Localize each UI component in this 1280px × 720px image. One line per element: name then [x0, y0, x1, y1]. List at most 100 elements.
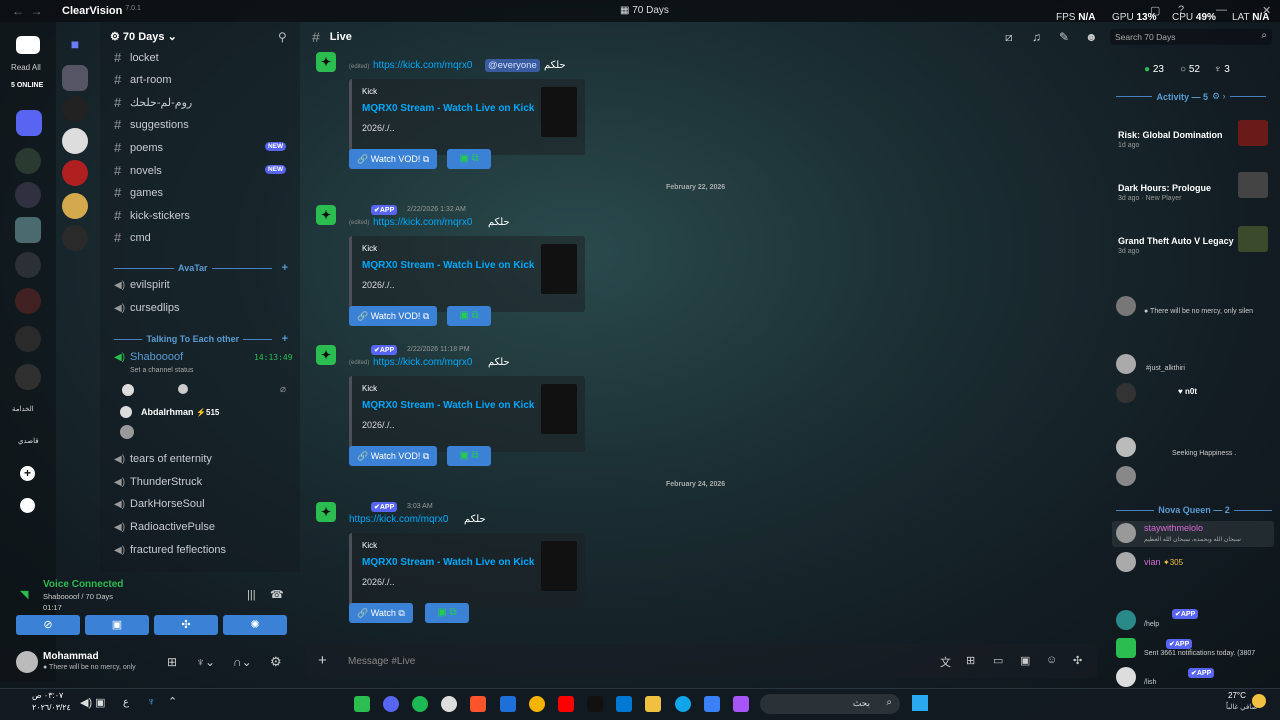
bot-avatar[interactable]: ✦	[316, 52, 336, 72]
app-icon[interactable]	[354, 696, 370, 712]
folder-icon[interactable]	[16, 110, 42, 136]
user-name[interactable]: Mohammad	[43, 651, 99, 662]
youtube-icon[interactable]	[558, 696, 574, 712]
steam-icon[interactable]	[441, 696, 457, 712]
voice-connected-subtitle[interactable]: Shaboooof / 70 Days	[43, 592, 113, 601]
noise-suppression-icon[interactable]: |||	[247, 589, 256, 601]
clock-time[interactable]: ٠٣:٠٧ ص	[32, 691, 63, 700]
embed-thumbnail[interactable]	[541, 541, 577, 591]
activities-button[interactable]: ✣	[154, 615, 218, 635]
member-list-icon[interactable]: ☻	[1085, 30, 1098, 44]
speaker-icon[interactable]: ◀) ▣	[80, 696, 106, 709]
bot-avatar[interactable]: ✦	[316, 502, 336, 522]
voice-channel[interactable]: ◀) RadioactivePulse	[114, 521, 215, 533]
embed-title[interactable]: MQRX0 Stream - Watch Live on Kick	[362, 260, 534, 271]
server-icon[interactable]	[15, 148, 41, 174]
voice-connected-title[interactable]: Voice Connected	[43, 579, 123, 590]
apps-icon[interactable]: ✣	[1073, 654, 1082, 667]
voice-channel[interactable]: ◀) tears of enternity	[114, 453, 212, 465]
embed-provider[interactable]: Kick	[362, 541, 377, 550]
weather-temp[interactable]: 27°C	[1228, 691, 1246, 700]
threads-icon[interactable]: ⧄	[1005, 30, 1013, 45]
channel-status[interactable]: Set a channel status	[130, 367, 193, 374]
help-icon[interactable]: ?	[1178, 4, 1184, 16]
camera-button[interactable]: ⊘	[16, 615, 80, 635]
message-link[interactable]: https://kick.com/mqrx0	[373, 60, 472, 71]
server-label[interactable]: قاصدي	[18, 437, 39, 445]
watch-vod-button[interactable]: 🔗 Watch ⧉	[349, 603, 413, 623]
add-member-icon[interactable]: ⚲	[278, 30, 287, 44]
windows-start-icon[interactable]	[912, 695, 928, 711]
channel-item[interactable]: # games	[114, 185, 163, 200]
attach-plus-icon[interactable]: +	[318, 652, 327, 669]
gamepad-icon[interactable]: ⊞	[167, 655, 177, 669]
channel-item[interactable]: # روم-لم-حلحك	[114, 95, 192, 110]
bot-avatar[interactable]	[1116, 667, 1136, 687]
mention-everyone[interactable]: @everyone	[485, 59, 540, 72]
tiktok-icon[interactable]	[587, 696, 603, 712]
soundboard-button[interactable]: ✺	[223, 615, 287, 635]
avatar[interactable]	[122, 384, 134, 396]
embed-provider[interactable]: Kick	[362, 244, 377, 253]
bot-avatar[interactable]: ✦	[316, 345, 336, 365]
channel-item[interactable]: # poems	[114, 140, 163, 155]
language-indicator[interactable]: ع	[123, 697, 129, 708]
server-label[interactable]: الخدامة	[12, 405, 34, 413]
bot-avatar[interactable]	[1116, 610, 1136, 630]
sticker-icon[interactable]: ▣	[1020, 654, 1030, 667]
edge-icon[interactable]	[675, 696, 691, 712]
settings-icon[interactable]: ⚙	[270, 654, 282, 670]
server-icon[interactable]	[62, 160, 88, 186]
server-icon[interactable]	[15, 364, 41, 390]
server-icon[interactable]	[62, 128, 88, 154]
avatar[interactable]	[178, 384, 188, 394]
member-name[interactable]: ♥ n0t	[1178, 387, 1197, 396]
member-name[interactable]: vian ✦305	[1144, 557, 1183, 567]
gift-icon[interactable]: ⊞	[966, 654, 975, 667]
app-icon[interactable]	[704, 696, 720, 712]
microphone-icon[interactable]: ♆⌄	[196, 655, 215, 669]
store-icon[interactable]	[616, 696, 632, 712]
embed-thumbnail[interactable]	[541, 87, 577, 137]
embed-title[interactable]: MQRX0 Stream - Watch Live on Kick	[362, 400, 534, 411]
discord-taskbar-icon[interactable]	[383, 696, 399, 712]
voice-channel[interactable]: ◀) ThunderStruck	[114, 476, 202, 488]
member-avatar[interactable]	[1116, 466, 1136, 486]
embed-provider[interactable]: Kick	[362, 87, 377, 96]
member-avatar[interactable]	[1116, 354, 1136, 374]
message-link[interactable]: https://kick.com/mqrx0	[373, 357, 472, 368]
embed-title[interactable]: MQRX0 Stream - Watch Live on Kick	[362, 103, 534, 114]
server-icon[interactable]	[62, 65, 88, 91]
member-avatar[interactable]	[1116, 437, 1136, 457]
avatar[interactable]	[120, 425, 134, 439]
member-name[interactable]: staywithmelolo	[1144, 523, 1203, 533]
emoji-icon[interactable]: ☺	[1046, 654, 1057, 666]
spotify-icon[interactable]	[412, 696, 428, 712]
message-link[interactable]: https://kick.com/mqrx0	[373, 217, 472, 228]
add-server-icon[interactable]: +	[20, 466, 35, 481]
signal-icon[interactable]: ◥	[20, 588, 28, 601]
author-name[interactable]: حلكم	[488, 357, 510, 368]
screen-share-button[interactable]: ▣	[85, 615, 149, 635]
author-name[interactable]: حلكم	[544, 60, 566, 71]
server-icon[interactable]	[15, 182, 41, 208]
embed-thumbnail[interactable]	[541, 384, 577, 434]
voice-channel[interactable]: ◀) fractured feflections	[114, 544, 226, 556]
channel-item[interactable]: # art-room	[114, 72, 172, 87]
bot-avatar[interactable]: ✦	[316, 205, 336, 225]
server-header[interactable]: ⚙ 70 Days ⌄	[110, 30, 177, 43]
kick-link-button[interactable]: ▣ ⧉	[447, 446, 491, 466]
member-avatar[interactable]	[1116, 552, 1136, 572]
channel-item[interactable]: # cmd	[114, 230, 151, 245]
category-talking[interactable]: Talking To Each other +	[114, 333, 288, 345]
embed-thumbnail[interactable]	[541, 244, 577, 294]
user-avatar[interactable]	[16, 651, 38, 673]
watch-vod-button[interactable]: 🔗 Watch VOD! ⧉	[349, 149, 438, 169]
channel-item[interactable]: # suggestions	[114, 117, 189, 132]
app-icon[interactable]	[500, 696, 516, 712]
category-avatar[interactable]: AvaTar +	[114, 262, 288, 274]
inbox-icon[interactable]: ▢	[1150, 4, 1160, 17]
watch-vod-button[interactable]: 🔗 Watch VOD! ⧉	[349, 306, 438, 326]
voice-channel[interactable]: ◀) cursedlips	[114, 302, 180, 314]
member-avatar[interactable]	[1116, 296, 1136, 316]
